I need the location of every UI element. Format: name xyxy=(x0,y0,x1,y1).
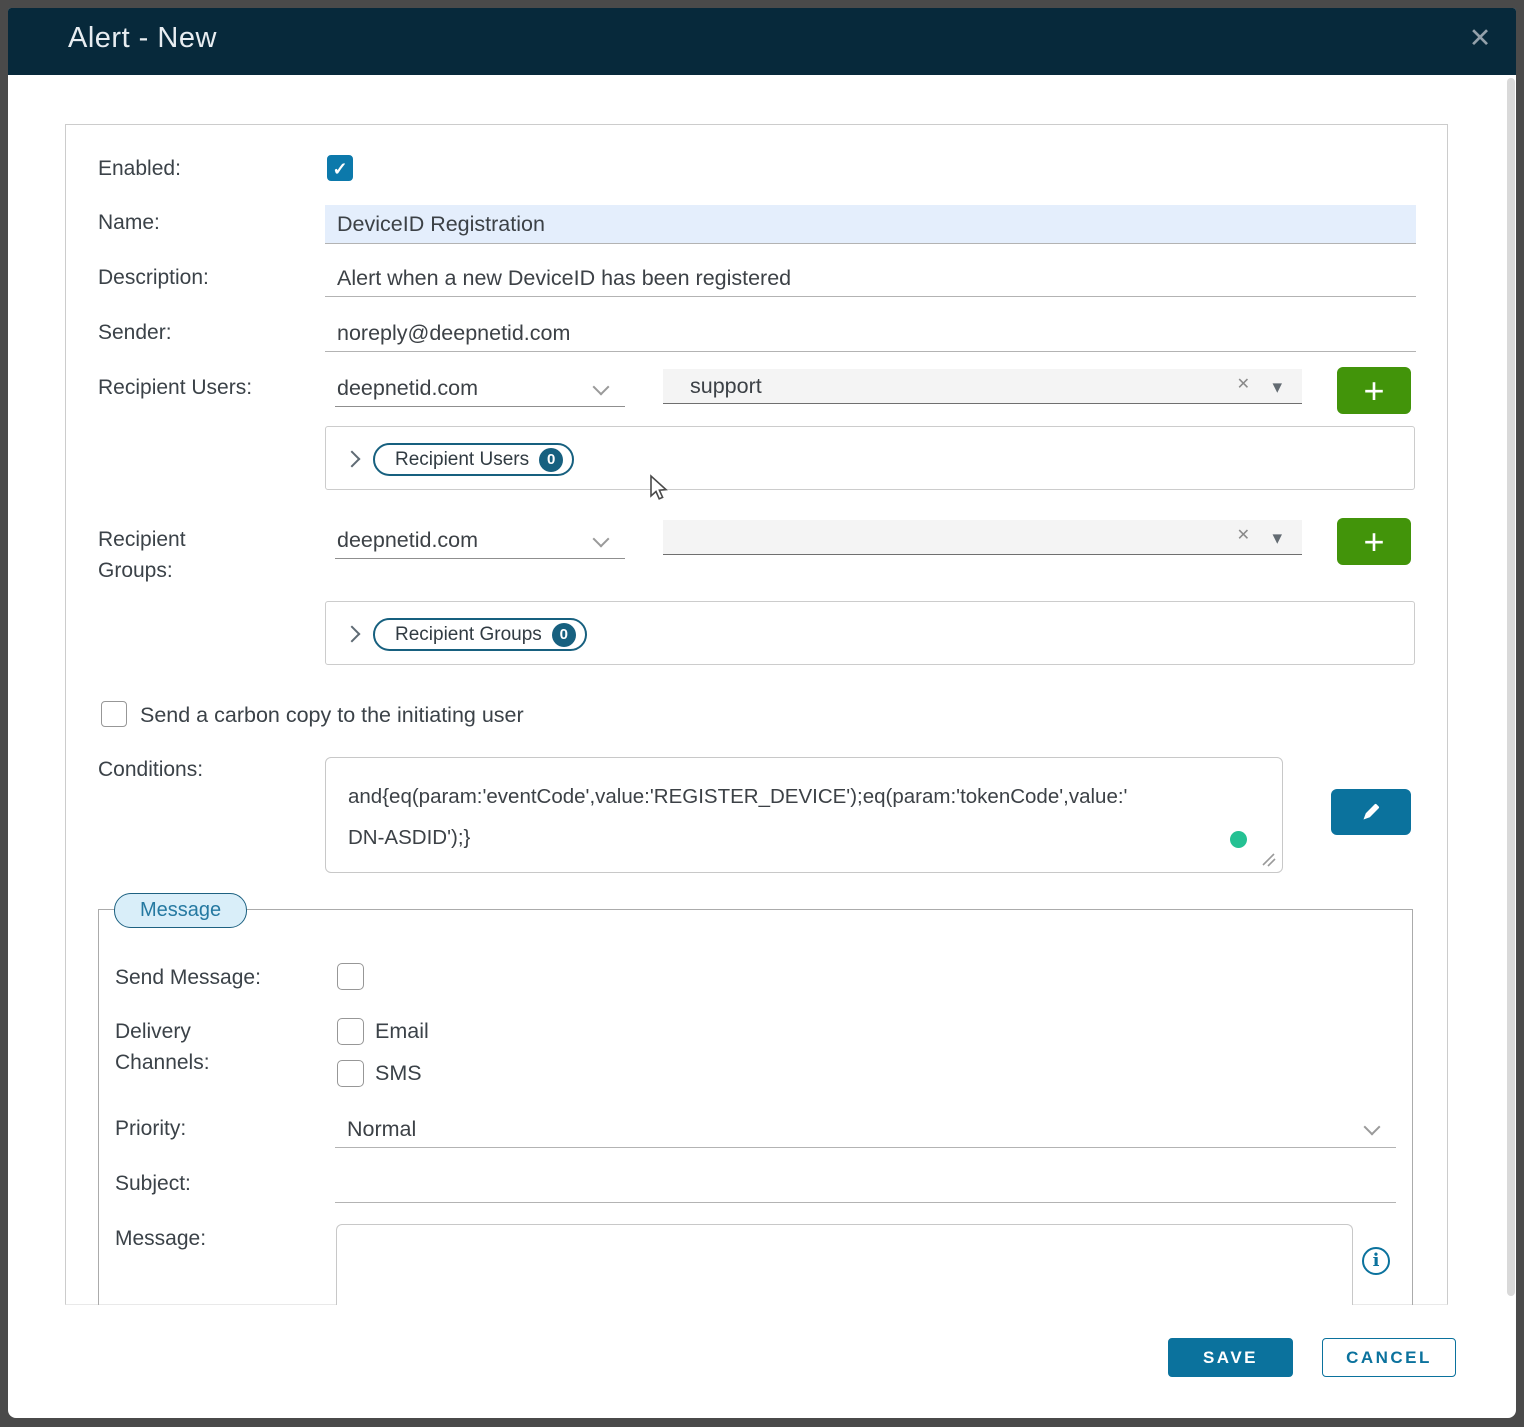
description-value: Alert when a new DeviceID has been regis… xyxy=(337,266,792,290)
email-checkbox-label: Email xyxy=(375,1019,429,1043)
conditions-label: Conditions: xyxy=(98,758,204,781)
scrollbar-thumb[interactable] xyxy=(1507,78,1515,1296)
delivery-channels-label: Delivery Channels: xyxy=(115,1020,210,1074)
carbon-copy-checkbox[interactable] xyxy=(101,701,127,727)
sender-value: noreply@deepnetid.com xyxy=(337,321,571,345)
recipient-users-combobox[interactable]: support ✕ ▾ xyxy=(663,369,1302,404)
conditions-line2: DN-ASDID');} xyxy=(348,826,471,849)
chevron-right-icon[interactable] xyxy=(343,625,361,643)
carbon-copy-label: Send a carbon copy to the initiating use… xyxy=(140,703,524,727)
conditions-textarea[interactable]: and{eq(param:'eventCode',value:'REGISTER… xyxy=(325,757,1283,873)
add-recipient-group-button[interactable]: + xyxy=(1337,518,1411,565)
screen: Alert - New ✕ Enabled: ✓ Name: DeviceID … xyxy=(0,0,1524,1427)
recipient-groups-label: Recipient Groups: xyxy=(98,528,186,582)
description-label: Description: xyxy=(98,266,209,289)
recipient-groups-count-badge: 0 xyxy=(551,622,576,647)
cancel-button[interactable]: CANCEL xyxy=(1322,1338,1456,1377)
recipient-groups-panel: Recipient Groups 0 xyxy=(325,601,1415,665)
recipient-users-combobox-value: support xyxy=(690,374,762,398)
sms-checkbox[interactable] xyxy=(337,1060,364,1087)
recipient-users-domain-select[interactable]: deepnetid.com xyxy=(335,371,625,407)
recipient-users-pill[interactable]: Recipient Users 0 xyxy=(373,443,575,476)
dialog-header xyxy=(8,8,1516,75)
recipient-groups-combobox[interactable]: ✕ ▾ xyxy=(663,520,1302,555)
recipient-users-count-badge: 0 xyxy=(539,447,564,472)
add-recipient-user-button[interactable]: + xyxy=(1337,367,1411,414)
info-icon[interactable]: i xyxy=(1362,1247,1390,1275)
name-input[interactable]: DeviceID Registration xyxy=(325,205,1416,244)
description-input[interactable]: Alert when a new DeviceID has been regis… xyxy=(325,259,1416,297)
conditions-line1: and{eq(param:'eventCode',value:'REGISTER… xyxy=(348,785,1128,808)
recipient-groups-pill-label: Recipient Groups xyxy=(395,623,542,645)
recipient-users-panel: Recipient Users 0 xyxy=(325,426,1415,490)
recipient-users-domain-value: deepnetid.com xyxy=(337,376,479,400)
priority-select[interactable]: Normal xyxy=(335,1110,1396,1148)
chevron-right-icon[interactable] xyxy=(343,450,361,468)
pencil-icon xyxy=(1363,803,1380,820)
mouse-cursor xyxy=(650,474,668,500)
recipient-users-pill-label: Recipient Users xyxy=(395,448,530,470)
message-label: Message: xyxy=(115,1227,207,1250)
name-label: Name: xyxy=(98,211,160,234)
subject-input[interactable] xyxy=(335,1165,1396,1203)
dialog-title: Alert - New xyxy=(68,22,217,54)
condition-valid-dot xyxy=(1230,831,1247,848)
close-icon[interactable]: ✕ xyxy=(1462,20,1498,56)
check-icon: ✓ xyxy=(332,159,348,179)
recipient-groups-pill[interactable]: Recipient Groups 0 xyxy=(373,618,587,651)
sender-input[interactable]: noreply@deepnetid.com xyxy=(325,314,1416,352)
send-message-label: Send Message: xyxy=(115,966,261,989)
priority-value: Normal xyxy=(347,1117,417,1141)
send-message-checkbox[interactable] xyxy=(337,963,364,990)
recipient-groups-domain-value: deepnetid.com xyxy=(337,528,479,552)
dropdown-triangle-icon[interactable]: ▾ xyxy=(1272,376,1282,399)
enabled-label: Enabled: xyxy=(98,157,181,180)
clear-icon[interactable]: ✕ xyxy=(1237,525,1250,545)
save-button[interactable]: SAVE xyxy=(1168,1338,1293,1377)
dropdown-triangle-icon[interactable]: ▾ xyxy=(1272,527,1282,550)
edit-conditions-button[interactable] xyxy=(1331,789,1411,835)
message-textarea[interactable] xyxy=(336,1224,1353,1305)
sender-label: Sender: xyxy=(98,321,172,344)
recipient-groups-domain-select[interactable]: deepnetid.com xyxy=(335,523,625,559)
priority-label: Priority: xyxy=(115,1117,187,1140)
recipient-users-label: Recipient Users: xyxy=(98,376,253,399)
name-value: DeviceID Registration xyxy=(337,212,545,236)
email-checkbox[interactable] xyxy=(337,1018,364,1045)
resize-handle-icon[interactable] xyxy=(1259,850,1276,867)
message-section-tab[interactable]: Message xyxy=(114,893,248,928)
sms-checkbox-label: SMS xyxy=(375,1061,422,1085)
clear-icon[interactable]: ✕ xyxy=(1237,374,1250,394)
subject-label: Subject: xyxy=(115,1172,191,1195)
enabled-checkbox[interactable]: ✓ xyxy=(327,155,353,181)
